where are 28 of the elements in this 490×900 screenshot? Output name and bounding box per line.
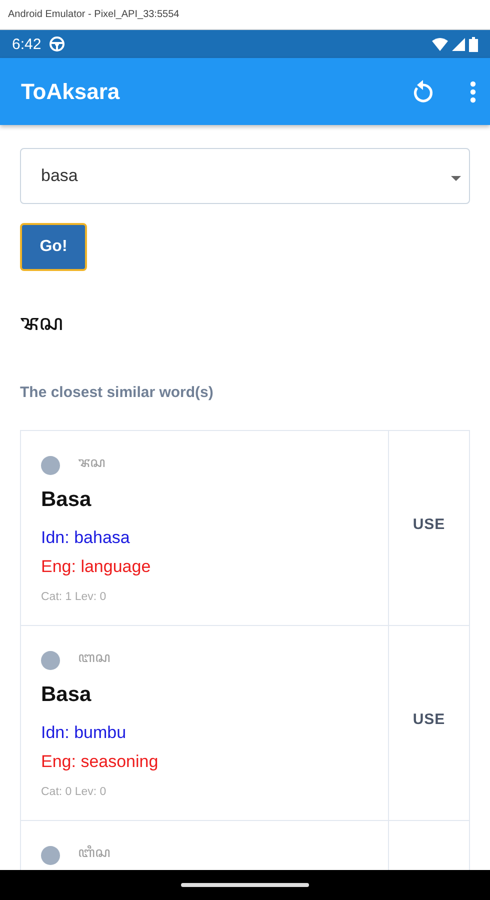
indonesian-meaning: Idn: bumbu: [41, 723, 128, 743]
english-meaning: Eng: language: [41, 557, 152, 577]
javanese-result: ꦨꦱ: [20, 309, 64, 337]
javanese-text: ꦧꦶꦱ: [78, 843, 110, 862]
wifi-icon: [432, 38, 448, 50]
go-button[interactable]: Go!: [20, 223, 87, 271]
reset-icon[interactable]: [412, 80, 434, 104]
emulator-title: Android Emulator - Pixel_API_33:5554: [8, 9, 180, 20]
word-title: Basa: [41, 683, 92, 707]
section-heading: The closest similar word(s): [20, 384, 214, 401]
word-dropdown[interactable]: basa: [20, 148, 470, 204]
use-button[interactable]: USE: [408, 510, 450, 538]
use-button[interactable]: USE: [408, 704, 450, 734]
javanese-text: ꦧꦱ: [78, 648, 110, 667]
clock-time: 6:42: [12, 36, 42, 52]
word-stats: Cat: 1 Lev: 0: [41, 591, 108, 603]
app-title: ToAksara: [21, 78, 120, 104]
more-menu-icon[interactable]: [470, 80, 476, 102]
battery-icon: [469, 36, 478, 52]
word-stats: Cat: 0 Lev: 0: [41, 786, 108, 798]
javanese-text: ꦨꦱ: [78, 453, 105, 472]
indonesian-meaning: Idn: bahasa: [41, 528, 131, 548]
english-meaning: Eng: seasoning: [41, 752, 160, 772]
signal-icon: [452, 38, 465, 50]
steering-wheel-icon: [49, 36, 66, 52]
word-title: Basa: [41, 488, 92, 512]
dropdown-caret-icon: [451, 176, 461, 181]
home-handle[interactable]: [181, 883, 309, 887]
